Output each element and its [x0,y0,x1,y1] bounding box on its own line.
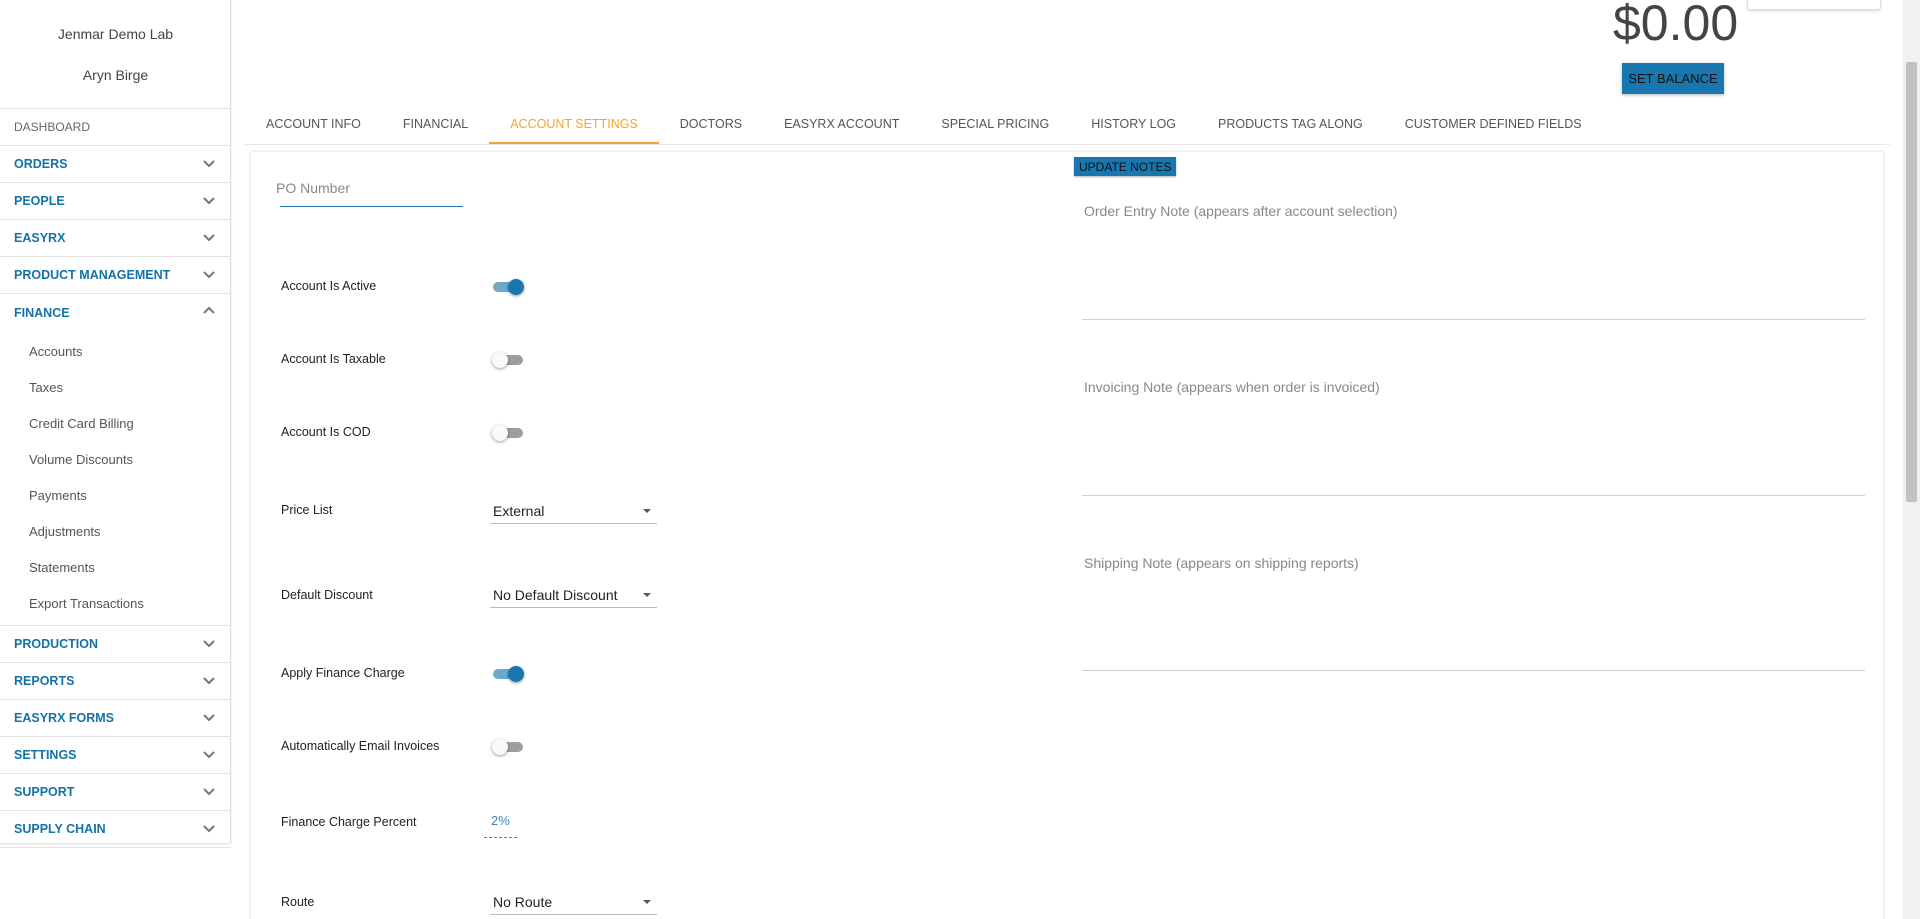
sidebar-item-label: PRODUCT MANAGEMENT [14,268,171,282]
caret-down-icon [643,509,651,513]
sidebar-item-reports[interactable]: REPORTS [0,663,231,700]
chevron-down-icon [201,709,217,725]
sidebar: Jenmar Demo Lab Aryn Birge DASHBOARD ORD… [0,0,231,848]
sidebar-item-label: ORDERS [14,157,68,171]
po-number-input[interactable]: PO Number [276,180,350,196]
price-list-value: External [493,502,545,519]
sidebar-subitem-credit-card-billing[interactable]: Credit Card Billing [0,405,231,441]
tab-customer-defined-fields[interactable]: CUSTOMER DEFINED FIELDS [1384,103,1603,144]
chevron-down-icon [201,820,217,836]
sidebar-subitem-volume-discounts[interactable]: Volume Discounts [0,441,231,477]
sidebar-nav: DASHBOARD ORDERS PEOPLE EASYRX PRODUCT M… [0,108,231,848]
sidebar-item-easyrx-forms[interactable]: EASYRX FORMS [0,700,231,737]
shipping-note-label: Shipping Note (appears on shipping repor… [1084,555,1359,571]
order-entry-note-label: Order Entry Note (appears after account … [1084,203,1398,219]
account-cod-label: Account Is COD [281,425,371,439]
account-taxable-label: Account Is Taxable [281,352,386,366]
default-discount-value: No Default Discount [493,586,618,603]
chevron-up-icon [201,303,217,319]
page-scrollbar[interactable] [1903,0,1920,919]
tab-account-info[interactable]: ACCOUNT INFO [245,103,382,144]
chevron-down-icon [201,746,217,762]
tabs-divider [245,144,1890,145]
sidebar-item-supply-chain[interactable]: SUPPLY CHAIN [0,811,231,848]
chevron-down-icon [201,266,217,282]
sidebar-item-production[interactable]: PRODUCTION [0,626,231,663]
finance-charge-percent-underline [484,837,517,838]
scrollbar-thumb[interactable] [1906,62,1917,502]
sidebar-subitem-payments[interactable]: Payments [0,477,231,513]
default-discount-select[interactable]: No Default Discount [490,582,657,608]
invoicing-note-textarea[interactable]: Invoicing Note (appears when order is in… [1082,379,1865,496]
po-number-underline [280,206,463,207]
tab-products-tag-along[interactable]: PRODUCTS TAG ALONG [1197,103,1384,144]
default-discount-label: Default Discount [281,588,373,602]
caret-down-icon [643,900,651,904]
finance-submenu: Accounts Taxes Credit Card Billing Volum… [0,331,231,626]
sidebar-subitem-accounts[interactable]: Accounts [0,333,231,369]
sidebar-item-dashboard[interactable]: DASHBOARD [0,109,231,146]
apply-finance-charge-toggle[interactable] [493,666,524,682]
apply-finance-charge-label: Apply Finance Charge [281,666,405,680]
tab-doctors[interactable]: DOCTORS [659,103,763,144]
sidebar-item-label: PEOPLE [14,194,65,208]
sidebar-item-label: SUPPORT [14,785,75,799]
sidebar-item-settings[interactable]: SETTINGS [0,737,231,774]
lab-name: Jenmar Demo Lab [57,26,174,42]
sidebar-subitem-taxes[interactable]: Taxes [0,369,231,405]
sidebar-item-finance[interactable]: FINANCE [0,294,231,331]
chevron-down-icon [201,192,217,208]
update-notes-button[interactable]: UPDATE NOTES [1074,157,1177,176]
chevron-down-icon [201,635,217,651]
sidebar-item-orders[interactable]: ORDERS [0,146,231,183]
chevron-down-icon [201,155,217,171]
auto-email-invoices-toggle[interactable] [492,739,523,755]
sidebar-item-support[interactable]: SUPPORT [0,774,231,811]
sidebar-item-label: PRODUCTION [14,637,99,651]
finance-charge-percent-label: Finance Charge Percent [281,815,417,829]
sidebar-item-label: EASYRX [14,231,66,245]
caret-down-icon [643,593,651,597]
sidebar-item-label: SETTINGS [14,748,77,762]
chevron-down-icon [201,229,217,245]
sidebar-item-easyrx[interactable]: EASYRX [0,220,231,257]
sidebar-item-product-management[interactable]: PRODUCT MANAGEMENT [0,257,231,294]
account-tabs: ACCOUNT INFO FINANCIAL ACCOUNT SETTINGS … [245,103,1603,144]
chevron-down-icon [201,783,217,799]
route-select[interactable]: No Route [490,889,657,915]
invoicing-note-label: Invoicing Note (appears when order is in… [1084,379,1380,395]
app-root: Jenmar Demo Lab Aryn Birge DASHBOARD ORD… [0,0,1920,919]
account-active-label: Account Is Active [281,279,377,293]
account-active-toggle[interactable] [493,279,524,295]
sidebar-subitem-export-transactions[interactable]: Export Transactions [0,585,231,621]
sidebar-item-label: FINANCE [14,305,70,320]
route-label: Route [281,895,315,909]
account-balance: $0.00 [1613,0,1739,51]
price-list-select[interactable]: External [490,498,657,524]
tab-history-log[interactable]: HISTORY LOG [1070,103,1197,144]
order-entry-note-textarea[interactable]: Order Entry Note (appears after account … [1082,203,1865,320]
finance-charge-percent-value[interactable]: 2% [491,813,510,828]
sidebar-item-label: EASYRX FORMS [14,711,115,725]
sidebar-item-people[interactable]: PEOPLE [0,183,231,220]
top-right-card [1747,0,1881,10]
tab-special-pricing[interactable]: SPECIAL PRICING [920,103,1070,144]
account-cod-toggle[interactable] [492,425,523,441]
set-balance-button[interactable]: SET BALANCE [1622,63,1724,94]
shipping-note-textarea[interactable]: Shipping Note (appears on shipping repor… [1082,555,1865,671]
sidebar-subitem-adjustments[interactable]: Adjustments [0,513,231,549]
user-name: Aryn Birge [82,67,149,83]
auto-email-invoices-label: Automatically Email Invoices [281,739,440,753]
tab-account-settings[interactable]: ACCOUNT SETTINGS [489,103,659,144]
tab-financial[interactable]: FINANCIAL [382,103,489,144]
sidebar-subitem-statements[interactable]: Statements [0,549,231,585]
account-taxable-toggle[interactable] [492,352,523,368]
sidebar-item-label: REPORTS [14,674,75,688]
chevron-down-icon [201,672,217,688]
route-value: No Route [493,893,553,910]
price-list-label: Price List [281,503,333,517]
sidebar-item-label: SUPPLY CHAIN [14,822,106,836]
tab-easyrx-account[interactable]: EASYRX ACCOUNT [763,103,920,144]
